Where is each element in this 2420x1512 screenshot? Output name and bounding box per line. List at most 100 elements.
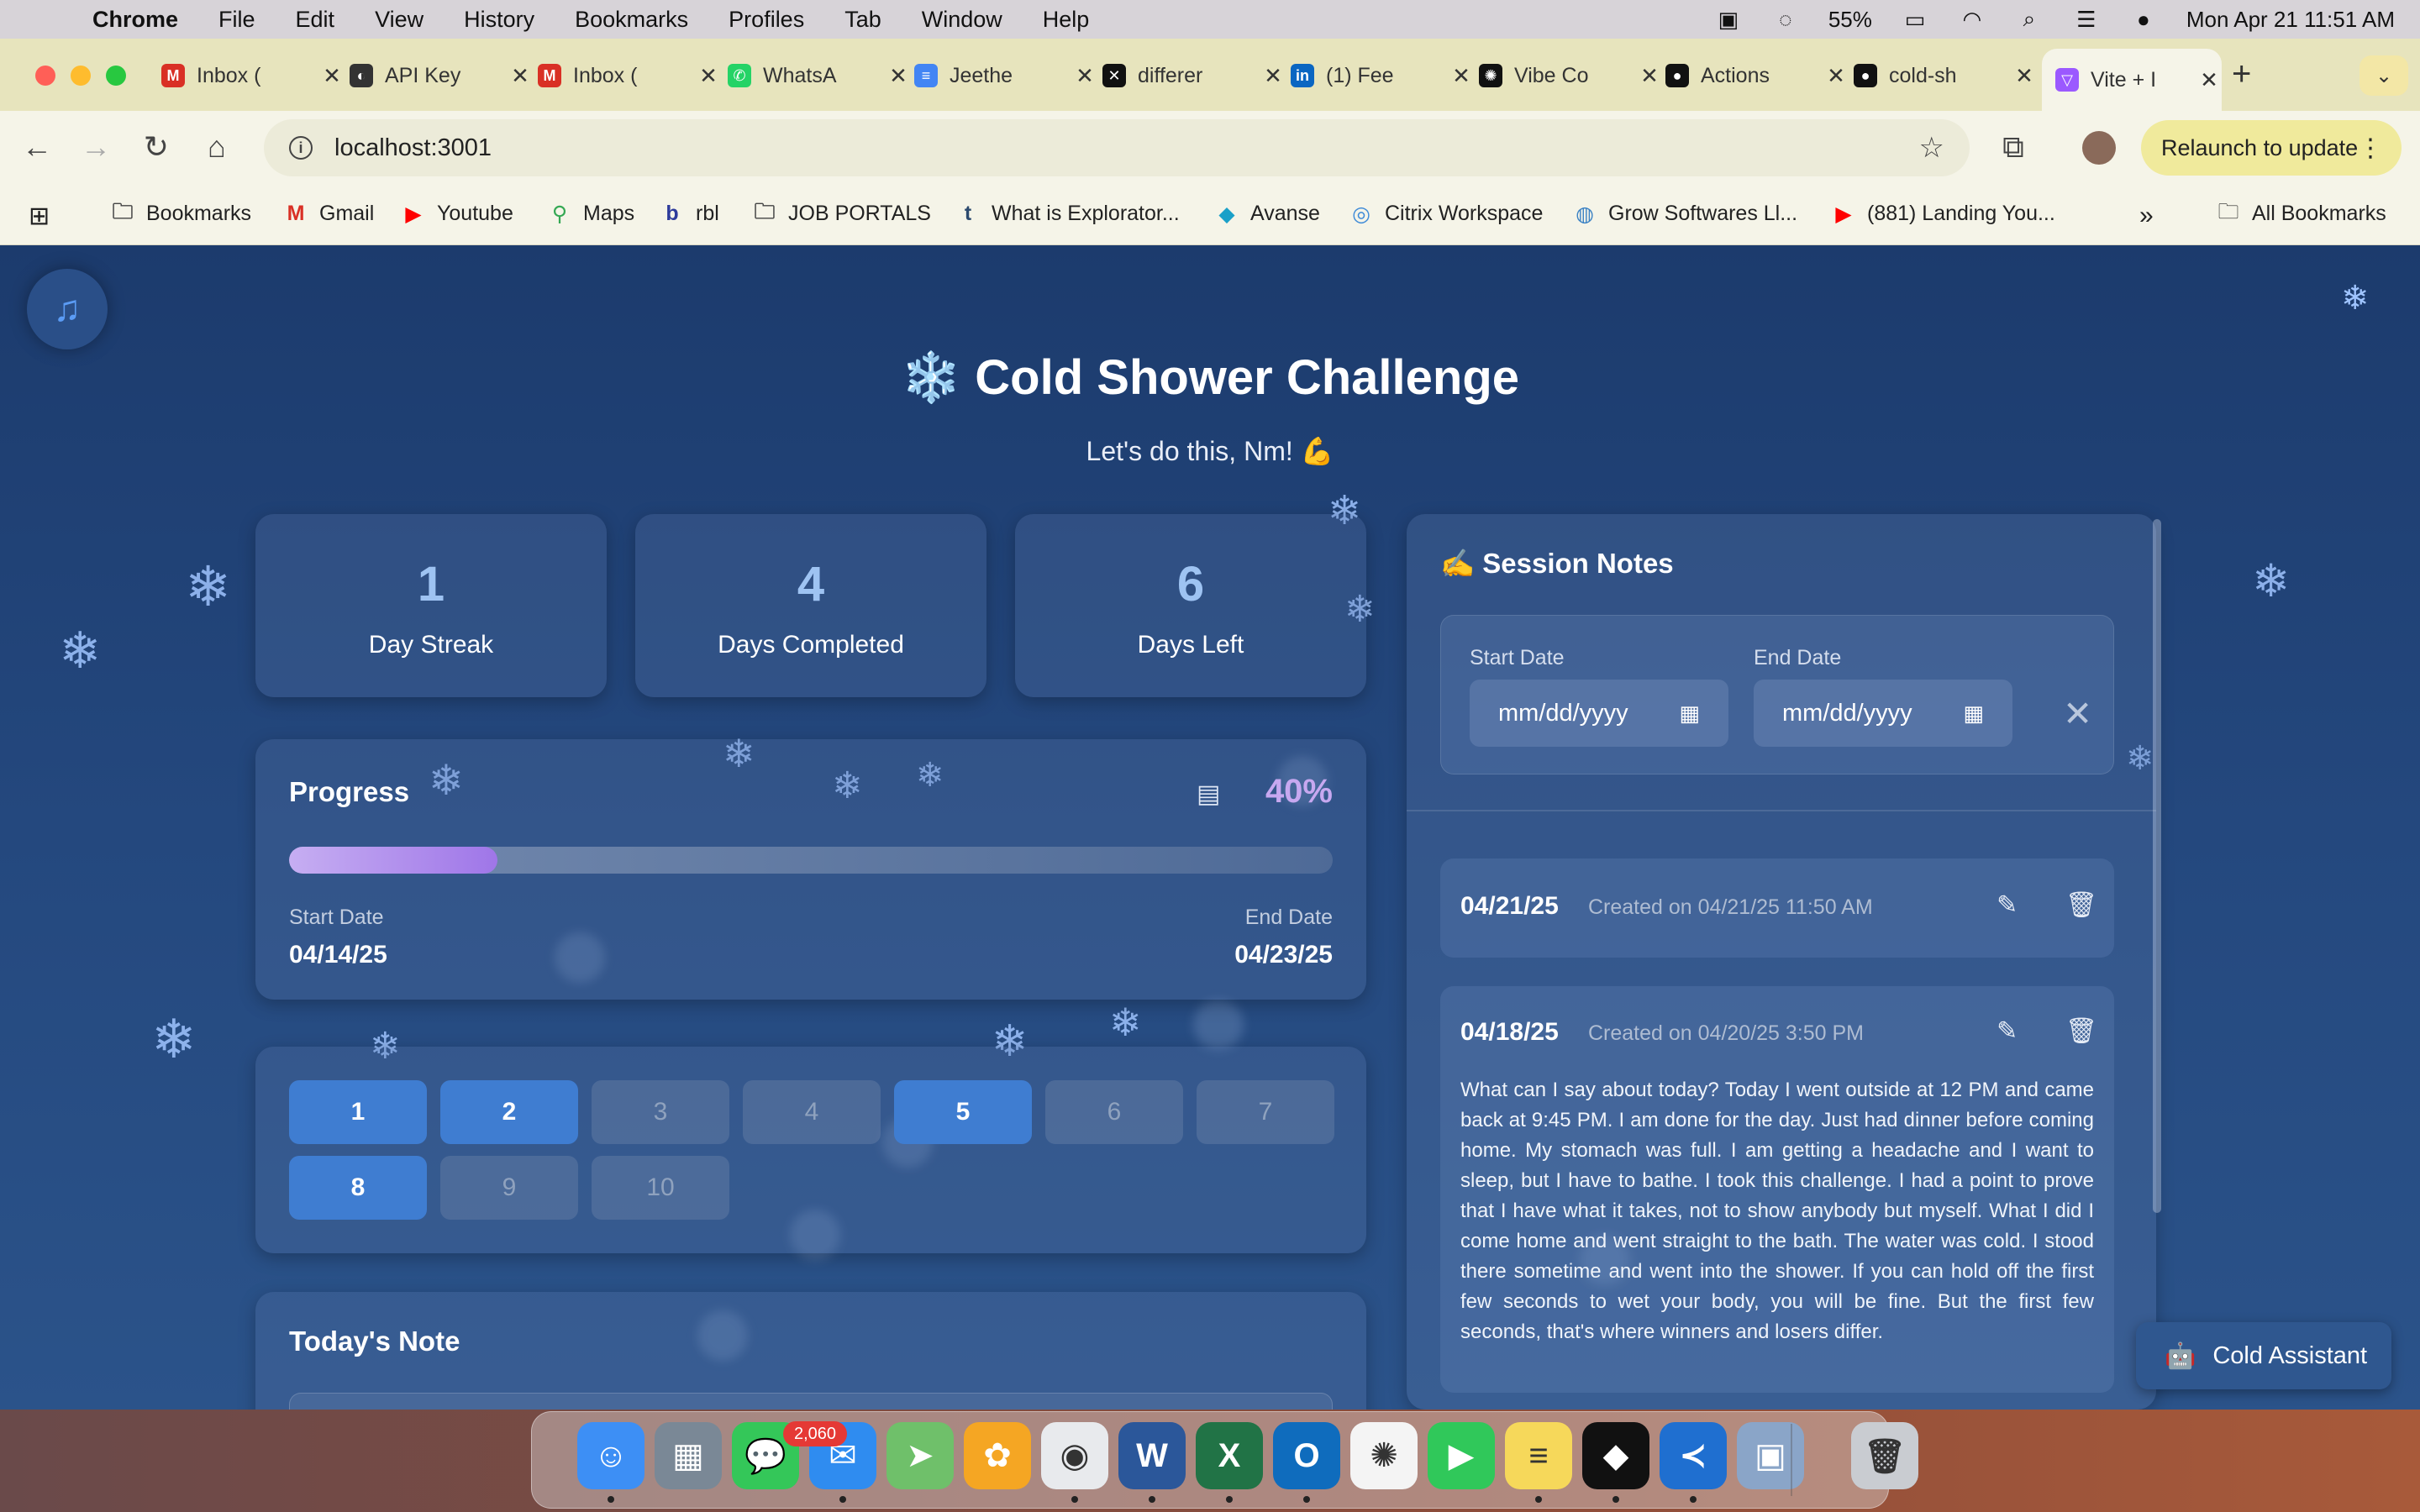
- word-icon[interactable]: W: [1118, 1422, 1186, 1489]
- maps-icon[interactable]: ➤: [886, 1422, 954, 1489]
- browser-tab[interactable]: ● Actions ✕: [1665, 54, 1849, 97]
- day-button[interactable]: 4: [743, 1080, 881, 1144]
- note-item[interactable]: 04/21/25 Created on 04/21/25 11:50 AM ✎ …: [1440, 858, 2114, 958]
- battery-icon[interactable]: ▭: [1901, 7, 1929, 32]
- day-button[interactable]: 8: [289, 1156, 427, 1220]
- calendar-icon[interactable]: ▤: [1197, 780, 1220, 809]
- menu-file[interactable]: File: [218, 7, 255, 33]
- browser-tab[interactable]: M Inbox (✕: [538, 54, 721, 97]
- filter-end-date-input[interactable]: mm/dd/yyyy ▦: [1754, 680, 2012, 747]
- cursor-icon[interactable]: ◆: [1582, 1422, 1649, 1489]
- filter-start-date-input[interactable]: mm/dd/yyyy ▦: [1470, 680, 1728, 747]
- note-item[interactable]: 04/18/25 Created on 04/20/25 3:50 PM ✎ 🗑…: [1440, 986, 2114, 1393]
- day-button[interactable]: 2: [440, 1080, 578, 1144]
- facetime-icon[interactable]: ▶: [1428, 1422, 1495, 1489]
- menu-tab[interactable]: Tab: [844, 7, 881, 33]
- minimize-window-button[interactable]: [71, 66, 91, 86]
- more-menu-icon[interactable]: ⋮: [2358, 134, 2383, 163]
- notes-scrollbar[interactable]: [2153, 519, 2161, 1213]
- day-button[interactable]: 9: [440, 1156, 578, 1220]
- calendar-icon[interactable]: ▦: [1679, 701, 1700, 727]
- spotlight-icon[interactable]: ⌕: [2015, 6, 2044, 31]
- browser-tab[interactable]: ● cold-sh ✕: [1854, 54, 2037, 97]
- music-toggle-button[interactable]: ♫: [27, 269, 108, 349]
- menu-edit[interactable]: Edit: [296, 7, 335, 33]
- tab-close-icon[interactable]: ✕: [2196, 67, 2222, 93]
- bookmark-item[interactable]: t What is Explorator...: [956, 202, 1180, 226]
- zoom-window-button[interactable]: [106, 66, 126, 86]
- outlook-icon[interactable]: O: [1273, 1422, 1340, 1489]
- chrome-icon[interactable]: ◉: [1041, 1422, 1108, 1489]
- bookmark-item[interactable]: ▶ Youtube: [402, 202, 513, 226]
- bookmark-item[interactable]: M Gmail: [284, 202, 375, 226]
- bookmark-item[interactable]: ◎ Citrix Workspace: [1349, 202, 1543, 226]
- calendar-icon[interactable]: ▦: [1963, 701, 1984, 727]
- tab-close-icon[interactable]: ✕: [1823, 63, 1849, 89]
- bookmark-item[interactable]: b rbl: [660, 202, 718, 226]
- close-window-button[interactable]: [35, 66, 55, 86]
- menu-help[interactable]: Help: [1043, 7, 1090, 33]
- trash-icon[interactable]: 🗑: [2065, 890, 2097, 920]
- launchpad-icon[interactable]: ▦: [655, 1422, 722, 1489]
- chatgpt-icon[interactable]: ✺: [1350, 1422, 1418, 1489]
- bookmark-item[interactable]: 🗀 JOB PORTALS: [753, 200, 930, 226]
- tab-close-icon[interactable]: ✕: [1260, 63, 1286, 89]
- tab-close-icon[interactable]: ✕: [1449, 63, 1474, 89]
- address-bar[interactable]: i localhost:3001 ☆: [264, 119, 1970, 176]
- menu-clock[interactable]: Mon Apr 21 11:51 AM: [2186, 7, 2395, 33]
- trash-icon[interactable]: 🗑: [1851, 1422, 1918, 1489]
- all-bookmarks-item[interactable]: 🗀 All Bookmarks: [2217, 200, 2386, 226]
- snowflake-toggle-icon[interactable]: ❄: [2341, 279, 2370, 318]
- todays-note-input[interactable]: [289, 1393, 1333, 1410]
- edit-icon[interactable]: ✎: [1996, 890, 2018, 920]
- day-button[interactable]: 6: [1045, 1080, 1183, 1144]
- menu-history[interactable]: History: [464, 7, 534, 33]
- day-button[interactable]: 3: [592, 1080, 729, 1144]
- site-info-icon[interactable]: i: [289, 136, 313, 160]
- tab-close-icon[interactable]: ✕: [1072, 63, 1097, 89]
- wifi-icon[interactable]: ◠: [1958, 7, 1986, 32]
- day-button[interactable]: 10: [592, 1156, 729, 1220]
- browser-tab[interactable]: in (1) Fee ✕: [1291, 54, 1474, 97]
- tab-close-icon[interactable]: ✕: [508, 63, 533, 89]
- browser-tab[interactable]: ✺ Vibe Co ✕: [1479, 54, 1662, 97]
- tab-close-icon[interactable]: ✕: [1637, 63, 1662, 89]
- extensions-icon[interactable]: ⧉: [1995, 129, 2032, 165]
- vscode-icon[interactable]: ≺: [1660, 1422, 1727, 1489]
- control-center-icon[interactable]: ☰: [2072, 7, 2101, 32]
- day-button[interactable]: 1: [289, 1080, 427, 1144]
- edit-icon[interactable]: ✎: [1996, 1016, 2018, 1046]
- reload-icon[interactable]: ↻: [138, 129, 175, 165]
- bookmark-item[interactable]: ◍ Grow Softwares Ll...: [1573, 202, 1797, 226]
- bookmark-item[interactable]: ◆ Avanse: [1215, 202, 1320, 226]
- tab-close-icon[interactable]: ✕: [696, 63, 721, 89]
- bookmark-item[interactable]: 🗀 Bookmarks: [111, 200, 251, 226]
- new-tab-button[interactable]: +: [2232, 55, 2251, 93]
- bookmark-item[interactable]: ▶ (881) Landing You...: [1832, 202, 2054, 226]
- clear-filter-close-icon[interactable]: ✕: [2063, 693, 2092, 734]
- notes-icon[interactable]: ≡: [1505, 1422, 1572, 1489]
- back-arrow-icon[interactable]: ←: [18, 129, 55, 165]
- bookmark-star-icon[interactable]: ☆: [1919, 131, 1944, 165]
- preview-icon[interactable]: ▣: [1737, 1422, 1804, 1489]
- display-icon[interactable]: ▣: [1714, 7, 1743, 32]
- trash-icon[interactable]: 🗑: [2065, 1016, 2097, 1046]
- menu-bookmarks[interactable]: Bookmarks: [575, 7, 688, 33]
- siri-icon[interactable]: ●: [2129, 7, 2158, 32]
- more-bookmarks-chevron-icon[interactable]: »: [2139, 202, 2154, 230]
- tab-search-chevron-icon[interactable]: ⌄: [2360, 55, 2408, 96]
- menu-view[interactable]: View: [375, 7, 424, 33]
- day-button[interactable]: 7: [1197, 1080, 1334, 1144]
- browser-tab[interactable]: ◐ API Key ✕: [350, 54, 533, 97]
- browser-tab[interactable]: M Inbox (✕: [161, 54, 345, 97]
- finder-icon[interactable]: ☺: [577, 1422, 644, 1489]
- apps-grid-icon[interactable]: ⊞: [29, 202, 50, 231]
- browser-tab[interactable]: ✕ differer ✕: [1102, 54, 1286, 97]
- relaunch-button[interactable]: Relaunch to update ⋮: [2141, 120, 2402, 176]
- photos-icon[interactable]: ✿: [964, 1422, 1031, 1489]
- menu-profiles[interactable]: Profiles: [729, 7, 804, 33]
- profile-avatar[interactable]: [2082, 131, 2116, 165]
- browser-tab[interactable]: ✆ WhatsA ✕: [728, 54, 911, 97]
- tab-close-icon[interactable]: ✕: [319, 63, 345, 89]
- menu-window[interactable]: Window: [922, 7, 1002, 33]
